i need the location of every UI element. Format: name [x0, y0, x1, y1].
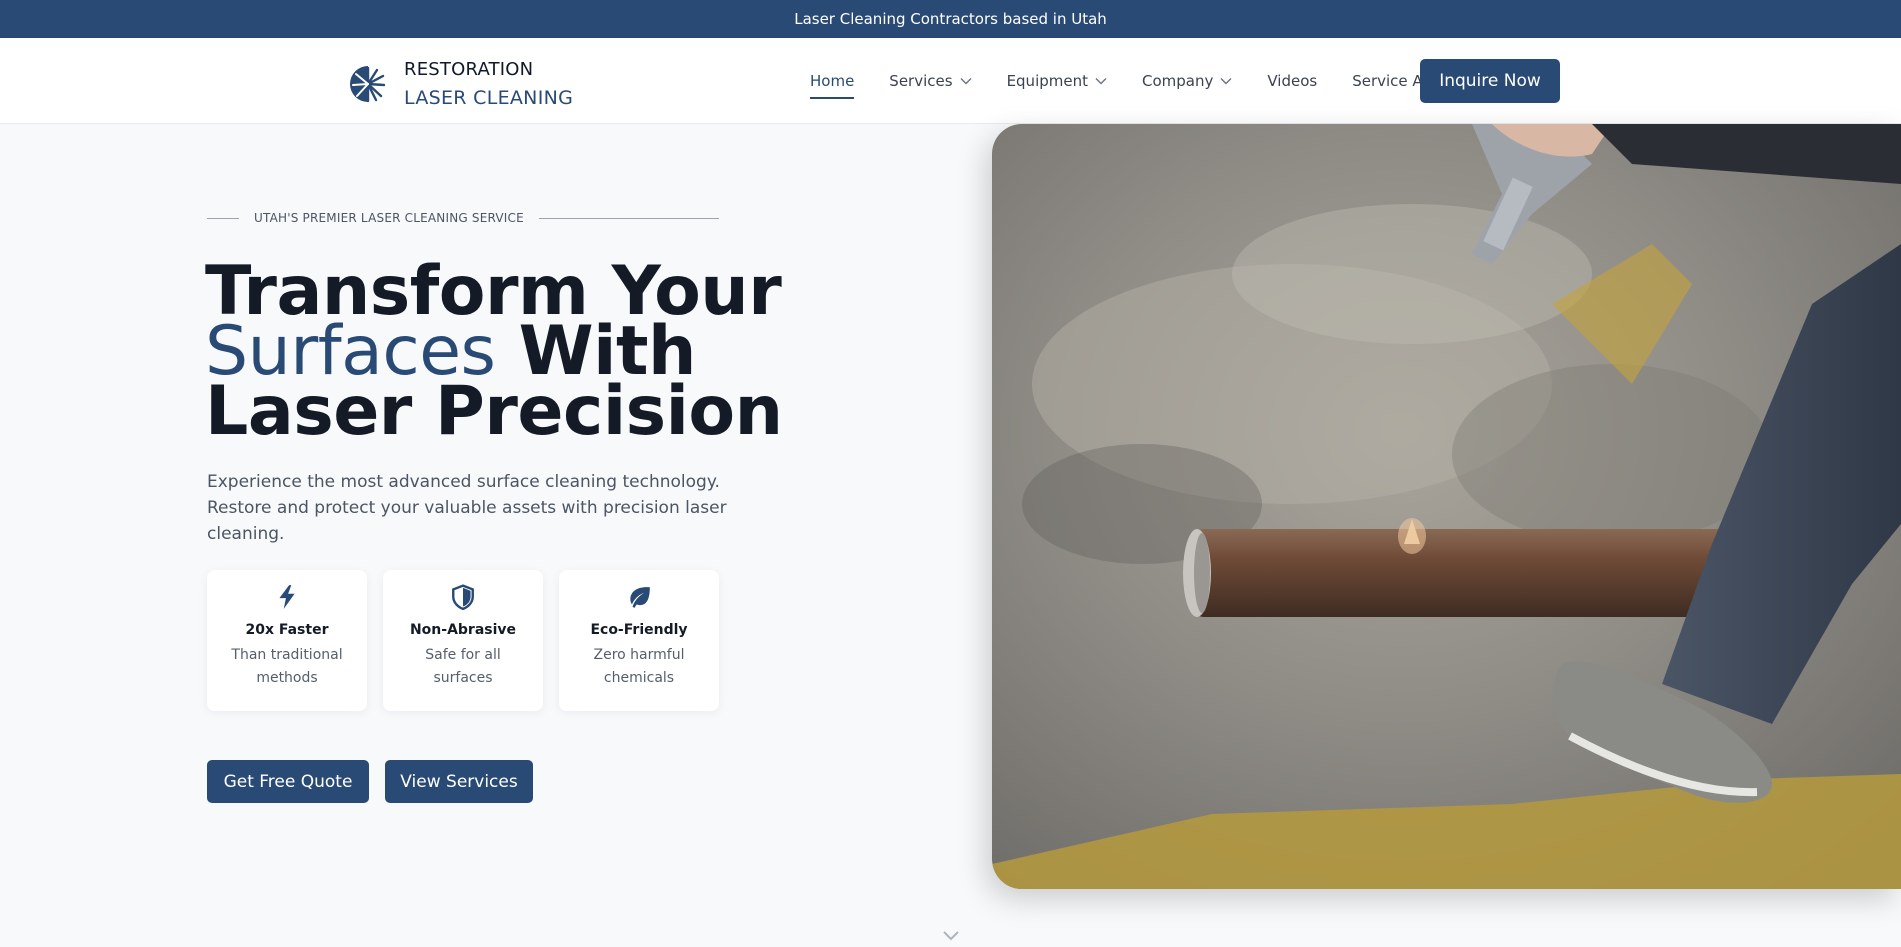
eyebrow-divider	[207, 217, 239, 219]
feature-cards: 20x Faster Than traditional methods Non-…	[207, 570, 735, 711]
hero-photo	[992, 124, 1901, 889]
eyebrow-text: UTAH'S PREMIER LASER CLEANING SERVICE	[254, 211, 524, 225]
feature-desc: Safe for all surfaces	[425, 647, 501, 686]
leaf-icon	[630, 587, 650, 608]
feature-card-faster: 20x Faster Than traditional methods	[207, 570, 367, 711]
nav-label: Services	[889, 72, 953, 90]
hero-title: Transform Your Surfaces With Laser Preci…	[205, 258, 783, 446]
get-free-quote-button[interactable]: Get Free Quote	[207, 760, 369, 803]
hero-subtitle: Experience the most advanced surface cle…	[207, 472, 727, 544]
nav-label: Company	[1142, 72, 1214, 90]
announcement-text: Laser Cleaning Contractors based in Utah	[794, 10, 1107, 28]
site-logo[interactable]: RESTORATION LASER CLEANING	[350, 56, 573, 112]
feature-desc: Zero harmful chemicals	[593, 647, 685, 686]
title-part-3: Laser Precision	[205, 372, 783, 451]
view-services-button[interactable]: View Services	[385, 760, 533, 803]
nav-label: Equipment	[1006, 72, 1088, 90]
nav-label: Home	[810, 72, 855, 90]
feature-card-eco-friendly: Eco-Friendly Zero harmful chemicals	[559, 570, 719, 711]
site-header: RESTORATION LASER CLEANING Home Services…	[0, 38, 1901, 124]
nav-item-services[interactable]: Services	[889, 72, 972, 90]
feature-card-non-abrasive: Non-Abrasive Safe for all surfaces	[383, 570, 543, 711]
chevron-down-icon[interactable]	[942, 930, 960, 942]
feature-desc: Than traditional methods	[231, 647, 343, 686]
announcement-bar: Laser Cleaning Contractors based in Utah	[0, 0, 1901, 38]
nav-item-company[interactable]: Company	[1142, 72, 1232, 90]
logo-line-laser-cleaning: LASER CLEANING	[404, 87, 574, 109]
nav-item-equipment[interactable]: Equipment	[1007, 72, 1107, 90]
nav-item-home[interactable]: Home	[810, 72, 855, 99]
nav-item-videos[interactable]: Videos	[1267, 72, 1317, 90]
feature-title: Non-Abrasive	[409, 622, 517, 638]
logo-line-restoration: RESTORATION	[404, 59, 534, 80]
hero-eyebrow: UTAH'S PREMIER LASER CLEANING SERVICE	[207, 208, 719, 228]
hero-photo-laser-cleaning	[992, 124, 1901, 889]
feature-title: Eco-Friendly	[590, 622, 688, 638]
nav-label: Videos	[1267, 72, 1318, 90]
main-nav: Home Services Equipment Company Videos S…	[810, 38, 1482, 124]
chevron-down-icon	[1220, 78, 1232, 85]
starburst-logo-icon	[350, 66, 386, 103]
feature-title: 20x Faster	[245, 622, 329, 638]
lightning-icon	[279, 585, 295, 609]
inquire-now-button[interactable]: Inquire Now	[1420, 59, 1560, 103]
shield-icon	[452, 584, 474, 610]
chevron-down-icon	[1095, 78, 1107, 85]
chevron-down-icon	[960, 78, 972, 85]
eyebrow-divider	[538, 217, 719, 219]
